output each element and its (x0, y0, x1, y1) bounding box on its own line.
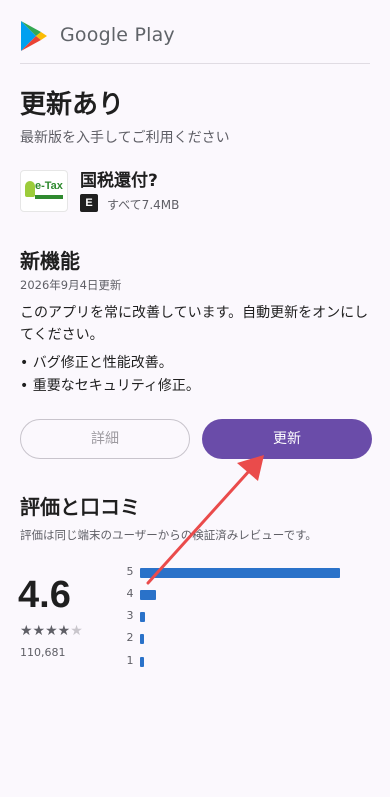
rating-score: 4.6 (18, 574, 71, 616)
update-button[interactable]: 更新 (202, 419, 372, 459)
histogram-label: 4 (126, 587, 134, 600)
histogram-track (140, 634, 375, 644)
histogram-bar (140, 612, 145, 622)
histogram-bar (140, 590, 156, 600)
histogram-label: 5 (126, 565, 134, 578)
new-features-body: このアプリを常に改善しています。自動更新をオンにしてください。 (20, 305, 369, 343)
page-subtitle: 最新版を入手してご利用ください (20, 130, 230, 146)
histogram-track (140, 657, 375, 667)
new-features-date: 2026年9月4日更新 (20, 278, 122, 292)
brand-name: Google Play (60, 24, 175, 46)
half-star-icon: ★ (70, 623, 83, 639)
app-icon-label: e-Tax (35, 180, 63, 192)
reviews-title: 評価と口コミ (20, 495, 140, 519)
feature-bullet: • 重要なセキュリティ修正。 (20, 378, 200, 394)
app-name: 国税還付? (80, 171, 158, 191)
histogram-bar (140, 568, 340, 578)
page-title: 更新あり (20, 90, 125, 120)
feature-bullet: • バグ修正と性能改善。 (20, 355, 173, 371)
content-rating-badge: E (80, 194, 98, 212)
star-icons: ★★★★ (20, 623, 71, 639)
histogram-label: 1 (126, 654, 134, 667)
header-divider (20, 63, 370, 64)
mascot-icon (25, 181, 35, 197)
reviews-subtitle: 評価は同じ端末のユーザーからの検証済みレビューです。 (20, 528, 317, 542)
app-icon: e-Tax (20, 170, 68, 212)
app-size: すべて7.4MB (107, 198, 180, 212)
review-count: 110,681 (20, 646, 66, 659)
histogram-track (140, 568, 375, 578)
histogram-label: 3 (126, 609, 134, 622)
new-features-title: 新機能 (20, 249, 80, 273)
app-header: Google Play (0, 0, 390, 64)
histogram-label: 2 (126, 631, 134, 644)
google-play-logo-icon (21, 21, 47, 51)
details-button[interactable]: 詳細 (20, 419, 190, 459)
histogram-track (140, 590, 375, 600)
histogram-track (140, 612, 375, 622)
rating-stars: ★★★★★ (20, 623, 83, 639)
histogram-bar (140, 634, 144, 644)
histogram-bar (140, 657, 144, 667)
app-icon-bar (35, 195, 63, 199)
